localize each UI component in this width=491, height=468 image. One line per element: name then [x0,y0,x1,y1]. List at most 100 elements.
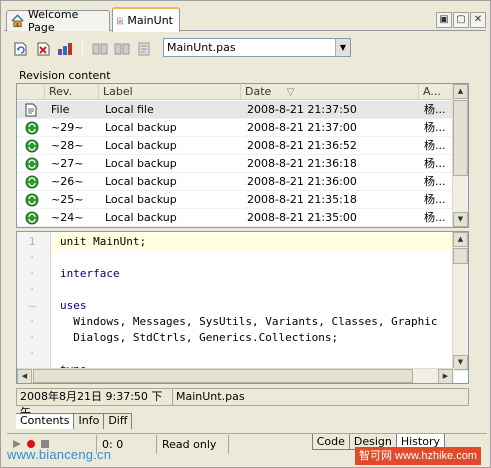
revert-icon [37,42,50,56]
editor-horizontal-scrollbar[interactable]: ◀ ▶ [17,368,454,383]
cell-date: 2008-8-21 21:36:52 [247,139,357,152]
file-select-value: MainUnt.pas [167,41,236,54]
cell-author: 杨... [424,139,446,152]
refresh-button[interactable] [11,39,31,59]
scroll-thumb[interactable] [453,248,468,264]
scroll-left-icon[interactable]: ◀ [17,369,32,383]
history-window: Welcome Page MainUnt ▣ ▢ ✕ MainUnt.pas ▼… [0,0,491,468]
refresh-icon [14,42,27,56]
scroll-thumb[interactable] [453,100,468,176]
maximize-icon: ▢ [456,14,466,25]
table-row[interactable]: ~24~ Local backup 2008-8-21 21:35:00 杨... [17,209,454,227]
cell-date: 2008-8-21 21:37:00 [247,121,357,134]
backup-icon [25,175,43,189]
table-row[interactable]: ~29~ Local backup 2008-8-21 21:37:00 杨... [17,119,454,137]
scroll-down-icon[interactable]: ▼ [453,212,468,227]
code-line[interactable] [52,250,455,266]
code-line[interactable]: Windows, Messages, SysUtils, Variants, C… [52,314,455,330]
sync-button[interactable] [55,39,75,59]
tab-welcome-page[interactable]: Welcome Page [6,8,110,34]
line-number: · [28,283,36,296]
column-header-rev[interactable]: Rev. [45,84,99,100]
table-row[interactable]: ~27~ Local backup 2008-8-21 21:36:18 杨... [17,155,454,173]
sort-descending-icon: ▽ [286,87,295,98]
cell-author: 杨... [424,121,446,134]
tab-code[interactable]: Code [311,434,350,450]
scroll-up-icon[interactable]: ▲ [453,232,468,247]
line-number: · [28,331,36,344]
scroll-thumb[interactable] [33,369,413,383]
history-toolbar: MainUnt.pas ▼ [11,37,486,61]
cell-rev: ~28~ [51,139,84,152]
watermark-left: www.bianceng.cn [7,447,112,462]
cell-rev: ~27~ [51,157,84,170]
cell-date: 2008-8-21 21:35:00 [247,211,357,224]
toolbar-separator [82,40,83,58]
code-line[interactable]: uses [52,298,455,314]
tab-mainunt[interactable]: MainUnt [112,7,180,32]
table-row[interactable]: File Local file 2008-8-21 21:37:50 杨... [17,101,454,119]
cell-rev: ~25~ [51,193,84,206]
view-tabs: Contents Info Diff [16,413,133,429]
previous-difference-button[interactable] [90,39,110,59]
table-row[interactable]: ~25~ Local backup 2008-8-21 21:35:18 杨... [17,191,454,209]
line-number: · [28,267,36,280]
code-line[interactable] [52,346,455,362]
code-line[interactable]: interface [52,266,455,282]
line-number: · [28,251,36,264]
cell-date: 2008-8-21 21:37:50 [247,103,357,116]
line-number: · [28,347,36,360]
table-row[interactable]: ~28~ Local backup 2008-8-21 21:36:52 杨... [17,137,454,155]
table-row[interactable]: ~26~ Local backup 2008-8-21 21:36:00 杨... [17,173,454,191]
cell-label: Local backup [105,139,177,152]
next-difference-button[interactable] [112,39,132,59]
table-body: File Local file 2008-8-21 21:37:50 杨... ~29~… [17,101,454,227]
line-number: 1 [28,235,36,248]
table-vertical-scrollbar[interactable]: ▲ ▼ [452,84,468,227]
column-header-date-label: Date [245,85,272,98]
code-line[interactable]: unit MainUnt; [52,234,455,250]
chevron-down-icon[interactable]: ▼ [335,39,350,56]
code-area[interactable]: unit MainUnt; interface uses Windows, Mess… [52,232,455,371]
revision-filename: MainUnt.pas [176,390,245,403]
restore-icon: ▣ [439,14,449,25]
column-header-icon[interactable] [17,84,45,100]
tab-label: MainUnt [127,14,173,27]
cell-label: Local backup [105,211,177,224]
line-gutter: 1···–···· [17,232,51,376]
revision-content-label: Revision content [19,69,111,82]
scroll-right-icon[interactable]: ▶ [438,369,453,383]
sync-icon [58,43,72,55]
revision-datetime: 2008年8月21日 9:37:50 下午 [17,389,173,419]
file-select[interactable]: MainUnt.pas ▼ [163,38,351,57]
backup-icon [25,139,43,153]
code-line[interactable] [52,282,455,298]
backup-icon [25,121,43,135]
maximize-button[interactable]: ▢ [453,12,469,28]
edit-mode: Read only [157,434,229,454]
editor-vertical-scrollbar[interactable]: ▲ ▼ [452,232,468,371]
tab-info[interactable]: Info [74,414,105,429]
scroll-down-icon[interactable]: ▼ [453,355,468,370]
cell-rev: ~26~ [51,175,84,188]
column-header-label[interactable]: Label [99,84,241,100]
cell-rev: File [51,103,70,116]
code-line[interactable]: Dialogs, StdCtrls, Generics.Collections; [52,330,455,346]
follow-text-button[interactable] [134,39,154,59]
close-button[interactable]: ✕ [470,12,486,28]
scroll-up-icon[interactable]: ▲ [453,84,468,99]
column-header-date[interactable]: Date ▽ [241,84,419,100]
column-header-author[interactable]: A... [419,84,454,100]
cell-date: 2008-8-21 21:36:18 [247,157,357,170]
tab-contents[interactable]: Contents [16,414,75,429]
revision-table: Rev. Label Date ▽ A... File Local file 200… [16,83,469,228]
restore-button[interactable]: ▣ [436,12,452,28]
tab-label: Welcome Page [28,8,79,34]
revert-button[interactable] [33,39,53,59]
tab-diff[interactable]: Diff [104,414,133,429]
backup-icon [25,211,43,225]
code-editor[interactable]: 1···–···· unit MainUnt;interfaceuses Win… [16,231,469,384]
next-icon [114,43,130,55]
document-icon [117,17,124,24]
cell-date: 2008-8-21 21:35:18 [247,193,357,206]
